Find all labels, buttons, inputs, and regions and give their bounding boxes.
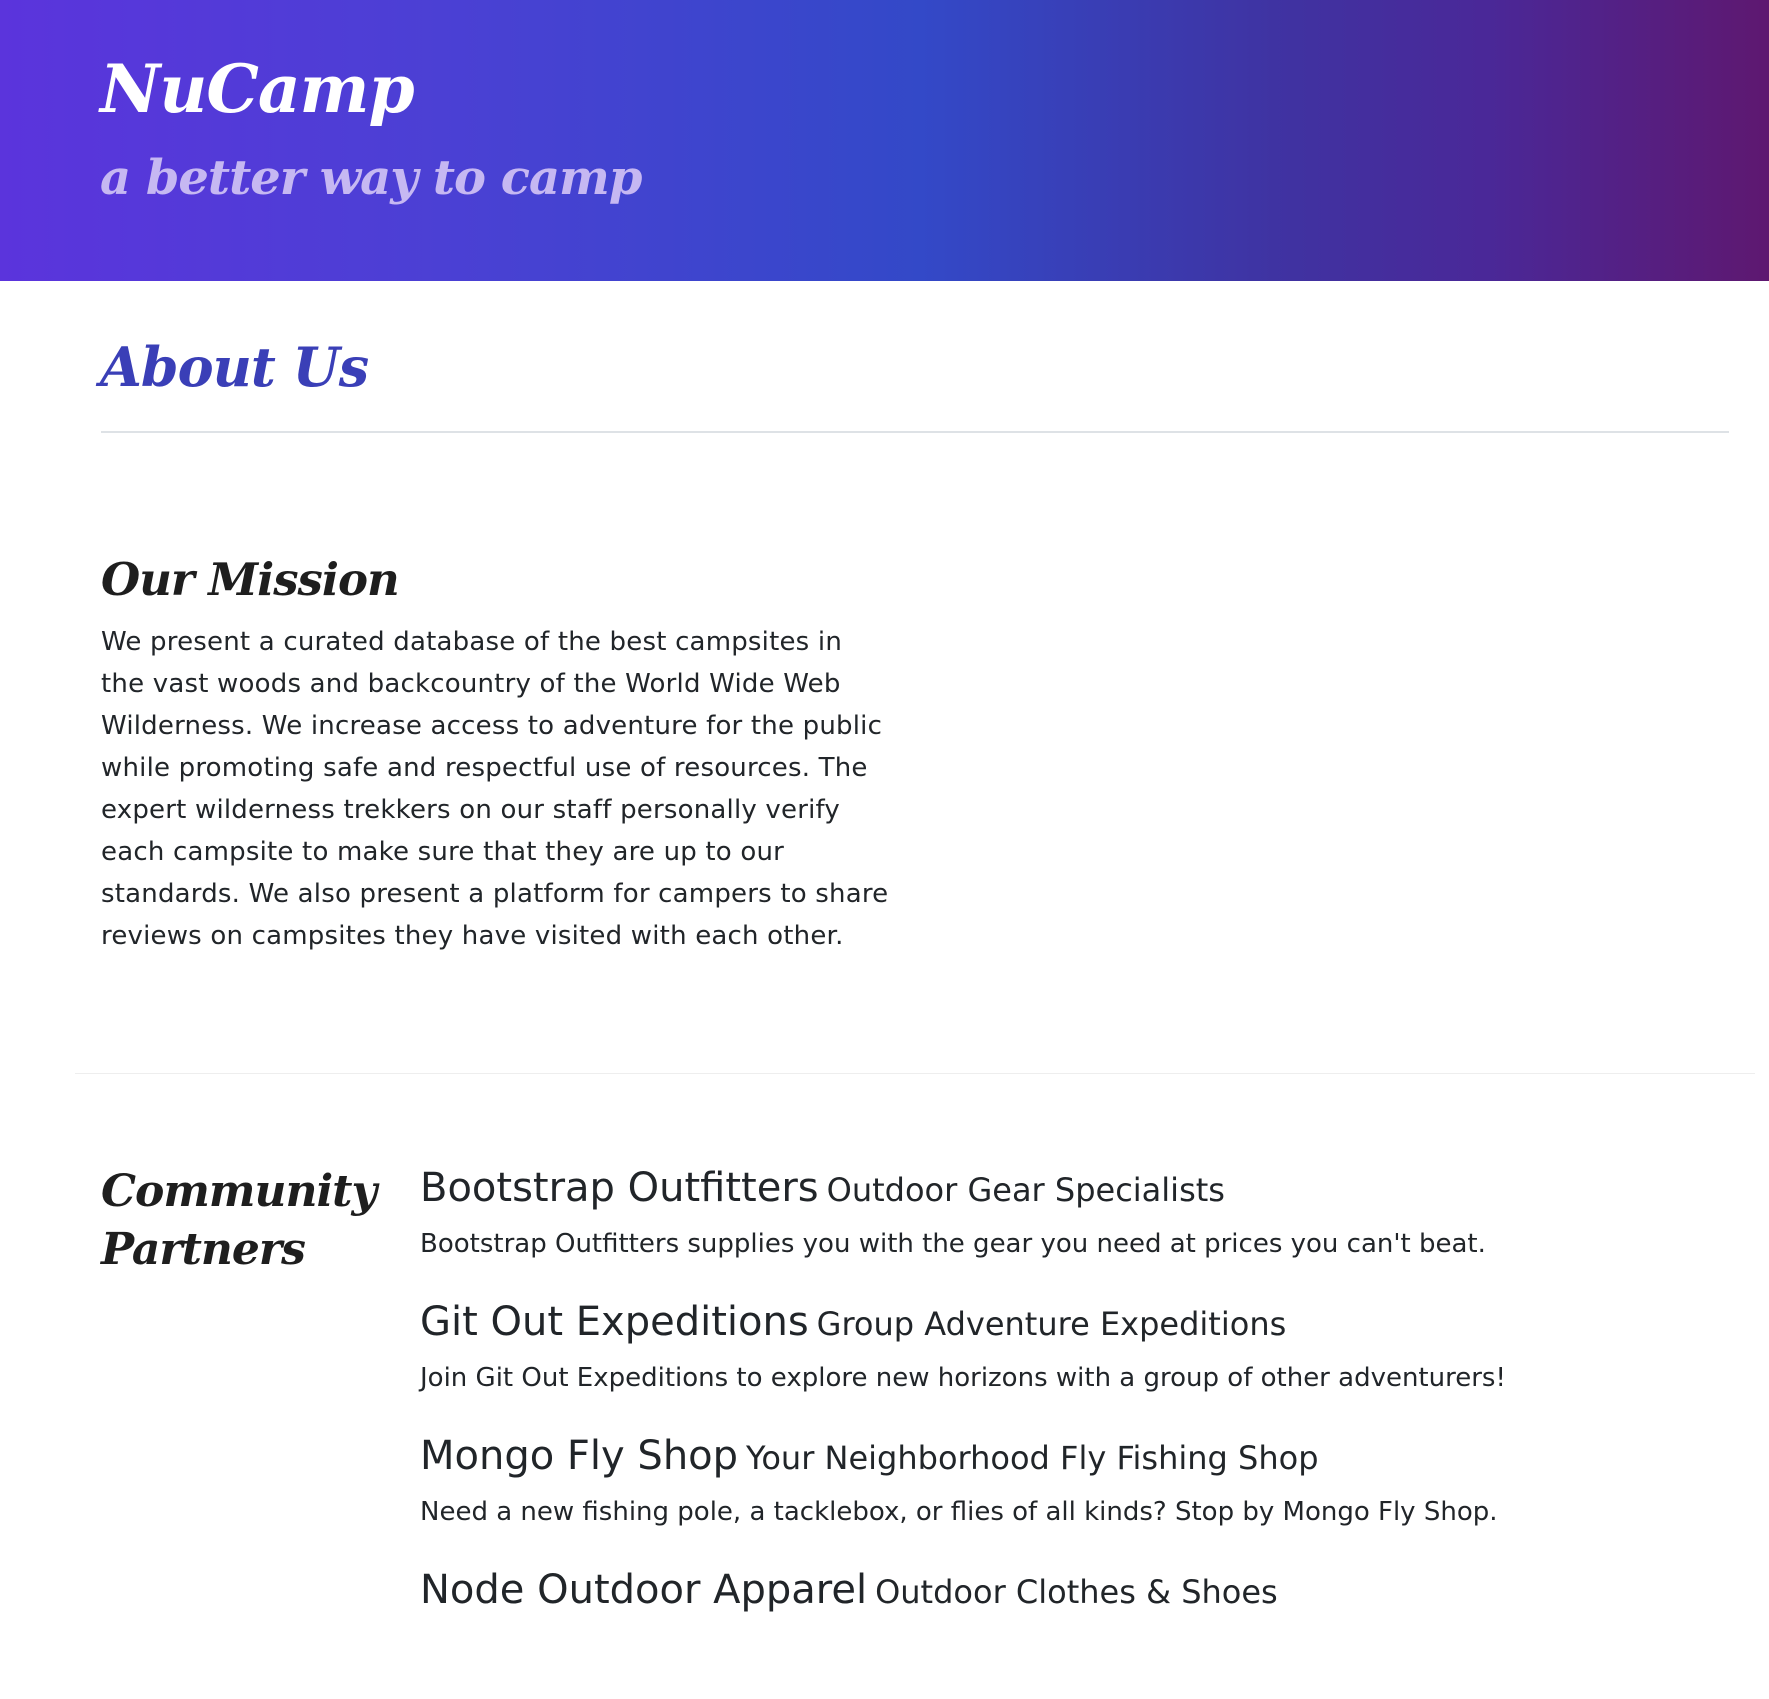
partner-item: Git Out Expeditions Group Adventure Exped… — [420, 1297, 1740, 1431]
partner-item: Mongo Fly Shop Your Neighborhood Fly Fish… — [420, 1431, 1740, 1565]
partner-description: Join Git Out Expeditions to explore new … — [420, 1363, 1506, 1393]
header-jumbotron: NuCamp a better way to camp — [0, 0, 1769, 281]
mission-text: We present a curated database of the bes… — [101, 627, 889, 951]
partner-title: Mongo Fly Shop Your Neighborhood Fly Fish… — [420, 1431, 1740, 1483]
partner-name: Mongo Fly Shop — [420, 1433, 739, 1479]
section-divider — [75, 1073, 1755, 1074]
mission-heading: Our Mission — [101, 553, 400, 606]
partner-subtitle: Outdoor Clothes & Shoes — [875, 1573, 1278, 1611]
brand-title: NuCamp — [100, 50, 415, 128]
title-divider — [101, 431, 1729, 433]
partner-title: Node Outdoor Apparel Outdoor Clothes & Sh… — [420, 1565, 1740, 1617]
partner-name: Node Outdoor Apparel — [420, 1567, 868, 1613]
partner-item: Bootstrap Outfitters Outdoor Gear Special… — [420, 1163, 1740, 1297]
partner-description: Bootstrap Outfitters supplies you with t… — [420, 1229, 1486, 1259]
partner-title: Git Out Expeditions Group Adventure Exped… — [420, 1297, 1740, 1349]
partner-name: Git Out Expeditions — [420, 1299, 809, 1345]
partner-title: Bootstrap Outfitters Outdoor Gear Special… — [420, 1163, 1740, 1215]
partner-description: Need a new fishing pole, a tacklebox, or… — [420, 1497, 1498, 1527]
page-title: About Us — [100, 335, 369, 399]
partner-subtitle: Your Neighborhood Fly Fishing Shop — [746, 1439, 1319, 1477]
partner-subtitle: Group Adventure Expeditions — [816, 1305, 1287, 1343]
partners-heading: Community Partners — [101, 1166, 377, 1275]
partners-list: Bootstrap Outfitters Outdoor Gear Special… — [420, 1163, 1740, 1699]
partner-item: Node Outdoor Apparel Outdoor Clothes & Sh… — [420, 1565, 1740, 1699]
brand-tagline: a better way to camp — [100, 150, 642, 206]
partner-subtitle: Outdoor Gear Specialists — [826, 1171, 1225, 1209]
partner-name: Bootstrap Outfitters — [420, 1165, 819, 1211]
